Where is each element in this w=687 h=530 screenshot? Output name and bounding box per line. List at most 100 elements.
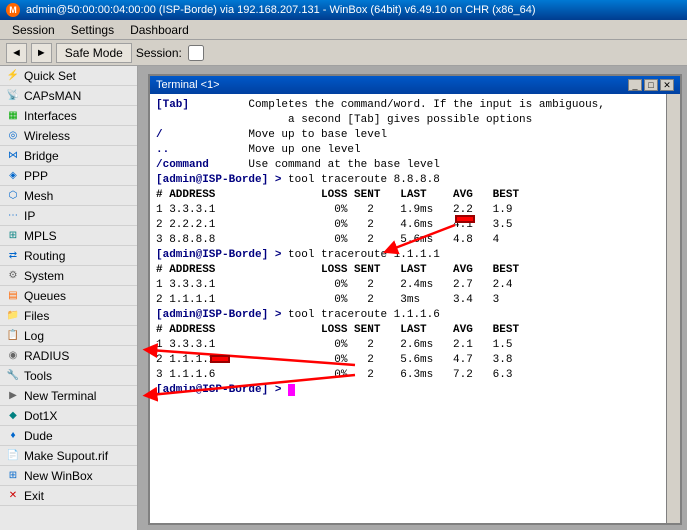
terminal-cursor-line: [admin@ISP-Borde] > [156, 383, 660, 398]
quick-set-icon: ⚡ [6, 69, 20, 83]
terminal-title: Terminal <1> [156, 79, 220, 91]
terminal-body[interactable]: [Tab] Completes the command/word. If the… [150, 94, 666, 523]
session-label: Session: [136, 46, 182, 60]
interfaces-label: Interfaces [24, 109, 77, 123]
terminal-titlebar: Terminal <1> _ □ ✕ [150, 76, 680, 94]
routing-icon: ⇄ [6, 249, 20, 263]
capsman-icon: 📡 [6, 89, 20, 103]
sidebar-item-capsman[interactable]: 📡 CAPsMAN [0, 86, 137, 106]
menu-bar: Session Settings Dashboard [0, 20, 687, 40]
ppp-icon: ◈ [6, 169, 20, 183]
terminal-line: 1 3.3.3.1 0% 2 2.6ms 2.1 1.5 [156, 338, 660, 353]
sidebar-item-tools[interactable]: 🔧 Tools [0, 366, 137, 386]
terminal-line: 3 8.8.8.8 0% 2 5.6ms 4.8 4 [156, 233, 660, 248]
new-terminal-icon: ▶ [6, 389, 20, 403]
bridge-label: Bridge [24, 149, 59, 163]
new-winbox-label: New WinBox [24, 469, 93, 483]
terminal-line: 3 1.1.1.6 0% 2 6.3ms 7.2 6.3 [156, 368, 660, 383]
interfaces-icon: ▦ [6, 109, 20, 123]
menu-session[interactable]: Session [4, 22, 63, 38]
capsman-label: CAPsMAN [24, 89, 81, 103]
terminal-line: 2 1.1.1.1 0% 2 5.6ms 4.7 3.8 [156, 353, 660, 368]
routing-label: Routing [24, 249, 65, 263]
terminal-line: 1 3.3.3.1 0% 2 1.9ms 2.2 1.9 [156, 203, 660, 218]
log-icon: 📋 [6, 329, 20, 343]
terminal-line: 2 2.2.2.1 0% 2 4.6ms 4.1 3.5 [156, 218, 660, 233]
sidebar-item-system[interactable]: ⚙ System [0, 266, 137, 286]
terminal-line: 1 3.3.3.1 0% 2 2.4ms 2.7 2.4 [156, 278, 660, 293]
wireless-label: Wireless [24, 129, 70, 143]
sidebar-item-new-winbox[interactable]: ⊞ New WinBox [0, 466, 137, 486]
system-label: System [24, 269, 64, 283]
terminal-wrapper: [Tab] Completes the command/word. If the… [150, 94, 680, 523]
terminal-line: /command Use command at the base level [156, 158, 660, 173]
sidebar-item-ppp[interactable]: ◈ PPP [0, 166, 137, 186]
sidebar-item-ip[interactable]: ⋯IP [0, 206, 137, 226]
make-supout-label: Make Supout.rif [24, 449, 108, 463]
terminal-line: a second [Tab] gives possible options [156, 113, 660, 128]
title-bar: M admin@50:00:00:04:00:00 (ISP-Borde) vi… [0, 0, 687, 20]
exit-icon: ✕ [6, 489, 20, 503]
new-winbox-icon: ⊞ [6, 469, 20, 483]
menu-dashboard[interactable]: Dashboard [122, 22, 197, 38]
sidebar-item-mesh[interactable]: ⬡Mesh [0, 186, 137, 206]
back-button[interactable]: ◄ [6, 43, 27, 63]
sidebar-item-radius[interactable]: ◉RADIUS [0, 346, 137, 366]
sidebar-item-quick-set[interactable]: ⚡ Quick Set [0, 66, 137, 86]
sidebar-item-mpls[interactable]: ⊞ MPLS [0, 226, 137, 246]
bridge-icon: ⋈ [6, 149, 20, 163]
files-label: Files [24, 309, 49, 323]
sidebar-item-dot1x[interactable]: ◆Dot1X [0, 406, 137, 426]
sidebar-item-make-supout[interactable]: 📄Make Supout.rif [0, 446, 137, 466]
terminal-line: # ADDRESS LOSS SENT LAST AVG BEST [156, 323, 660, 338]
tools-label: Tools [24, 369, 52, 383]
terminal-maximize[interactable]: □ [644, 79, 658, 91]
mpls-icon: ⊞ [6, 229, 20, 243]
system-icon: ⚙ [6, 269, 20, 283]
ip-icon: ⋯ [6, 209, 20, 223]
terminal-window: Terminal <1> _ □ ✕ [Tab] Completes the c… [148, 74, 682, 525]
session-checkbox[interactable] [186, 45, 206, 61]
terminal-line: [admin@ISP-Borde] > tool traceroute 1.1.… [156, 248, 660, 263]
sidebar-item-queues[interactable]: ▤ Queues [0, 286, 137, 306]
sidebar-item-interfaces[interactable]: ▦ Interfaces [0, 106, 137, 126]
queues-icon: ▤ [6, 289, 20, 303]
sidebar-item-dude[interactable]: ♦ Dude [0, 426, 137, 446]
menu-settings[interactable]: Settings [63, 22, 122, 38]
sidebar-item-bridge[interactable]: ⋈ Bridge [0, 146, 137, 166]
safe-mode-button[interactable]: Safe Mode [56, 43, 132, 63]
log-label: Log [24, 329, 44, 343]
terminal-close[interactable]: ✕ [660, 79, 674, 91]
dude-icon: ♦ [6, 429, 20, 443]
ppp-label: PPP [24, 169, 48, 183]
app-icon: M [6, 3, 20, 17]
quick-set-label: Quick Set [24, 69, 76, 83]
sidebar-item-wireless[interactable]: ◎ Wireless [0, 126, 137, 146]
radius-icon: ◉ [6, 349, 20, 363]
tools-icon: 🔧 [6, 369, 20, 383]
dot1x-icon: ◆ [6, 409, 20, 423]
sidebar: ⚡ Quick Set 📡 CAPsMAN ▦ Interfaces ◎ Wireless ⋈ B… [0, 66, 138, 530]
sidebar-item-new-terminal[interactable]: ▶New Terminal [0, 386, 137, 406]
dude-label: Dude [24, 429, 53, 443]
mesh-label: Mesh [24, 189, 53, 203]
terminal-line: # ADDRESS LOSS SENT LAST AVG BEST [156, 188, 660, 203]
title-text: admin@50:00:00:04:00:00 (ISP-Borde) via … [26, 4, 536, 16]
sidebar-item-exit[interactable]: ✕Exit [0, 486, 137, 506]
queues-label: Queues [24, 289, 66, 303]
sidebar-item-files[interactable]: 📁 Files [0, 306, 137, 326]
terminal-line: [Tab] Completes the command/word. If the… [156, 98, 660, 113]
toolbar: ◄ ► Safe Mode Session: [0, 40, 687, 66]
files-icon: 📁 [6, 309, 20, 323]
mpls-label: MPLS [24, 229, 57, 243]
terminal-minimize[interactable]: _ [628, 79, 642, 91]
terminal-line: # ADDRESS LOSS SENT LAST AVG BEST [156, 263, 660, 278]
forward-button[interactable]: ► [31, 43, 52, 63]
terminal-line: / Move up to base level [156, 128, 660, 143]
terminal-scrollbar[interactable] [666, 94, 680, 523]
terminal-controls: _ □ ✕ [628, 79, 674, 91]
wireless-icon: ◎ [6, 129, 20, 143]
sidebar-item-routing[interactable]: ⇄ Routing [0, 246, 137, 266]
terminal-line: [admin@ISP-Borde] > tool traceroute 1.1.… [156, 308, 660, 323]
sidebar-item-log[interactable]: 📋 Log [0, 326, 137, 346]
